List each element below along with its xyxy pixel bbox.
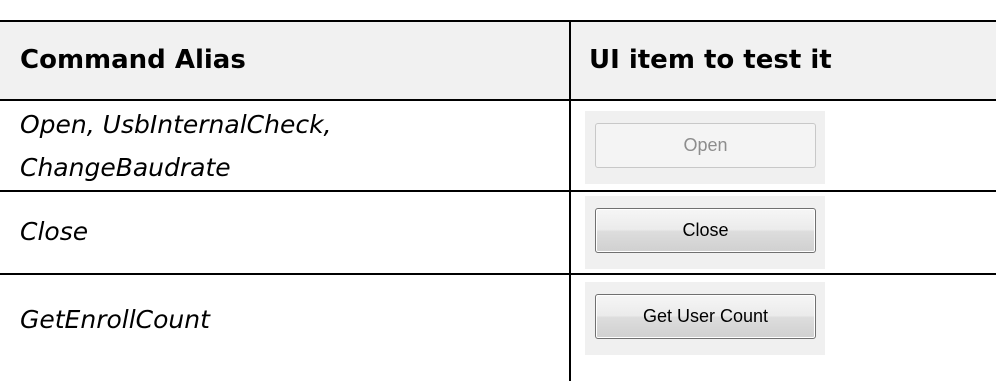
header-command-alias: Command Alias: [20, 45, 246, 75]
column-divider: [569, 20, 571, 381]
alias-cell-open: Open, UsbInternalCheck,: [20, 110, 332, 139]
row-divider: [0, 273, 996, 275]
close-button[interactable]: Close: [595, 208, 816, 253]
get-user-count-button[interactable]: Get User Count: [595, 294, 816, 339]
header-ui-item: UI item to test it: [589, 45, 832, 75]
alias-cell-open-line2: ChangeBaudrate: [20, 153, 231, 182]
alias-cell-close: Close: [20, 217, 89, 246]
open-button[interactable]: Open: [595, 123, 816, 168]
alias-cell-get-enroll-count: GetEnrollCount: [20, 305, 210, 334]
ui-item-cell-open: Open: [585, 111, 825, 184]
ui-item-cell-get-user-count: Get User Count: [585, 282, 825, 355]
command-alias-table: Command Alias UI item to test it Open, U…: [0, 0, 996, 381]
ui-item-cell-close: Close: [585, 196, 825, 269]
